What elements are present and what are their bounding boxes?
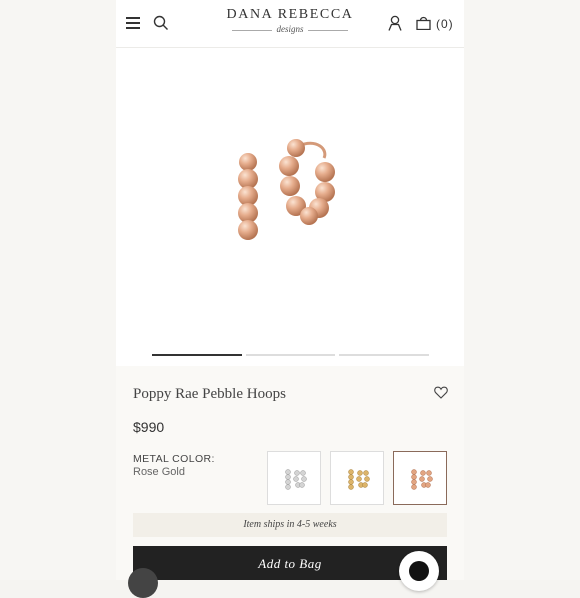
metal-color-label: METAL COLOR: [133, 453, 215, 465]
chat-button[interactable] [399, 551, 439, 591]
product-image-gallery[interactable] [116, 48, 464, 366]
metal-color-value: Rose Gold [133, 466, 185, 478]
logo-wordmark: DANA REBECCA [226, 7, 354, 22]
shopping-bag-icon[interactable] [416, 16, 431, 30]
chat-icon [409, 561, 429, 581]
swatch-white-gold[interactable] [267, 451, 321, 505]
search-icon[interactable] [153, 15, 169, 31]
gallery-dot-3[interactable] [339, 354, 429, 356]
accessibility-button[interactable] [128, 568, 158, 598]
product-price: $990 [133, 419, 165, 435]
product-image [238, 139, 335, 240]
product-title: Poppy Rae Pebble Hoops [133, 386, 286, 402]
gallery-dot-2[interactable] [246, 354, 335, 356]
gallery-pagination [152, 354, 429, 357]
gallery-dot-1[interactable] [152, 354, 242, 356]
account-icon[interactable] [388, 15, 402, 31]
brand-logo[interactable]: DANA REBECCA designs [224, 7, 356, 34]
swatch-rose-gold[interactable] [393, 451, 447, 505]
shipping-notice: Item ships in 4-5 weeks [133, 513, 447, 537]
logo-subtitle: designs [224, 24, 356, 34]
rose-gold-earring-thumbnail [411, 469, 433, 490]
swatch-yellow-gold[interactable] [330, 451, 384, 505]
white-gold-earring-thumbnail [285, 469, 307, 490]
bag-count[interactable]: (0) [436, 17, 454, 31]
product-page: DANA REBECCA designs (0) Poppy Rae Pebbl… [116, 0, 464, 580]
background-right [464, 0, 580, 580]
yellow-gold-earring-thumbnail [348, 469, 370, 490]
hamburger-menu-icon[interactable] [126, 17, 140, 29]
background-left [0, 0, 116, 580]
site-header: DANA REBECCA designs (0) [116, 0, 464, 48]
wishlist-heart-icon[interactable] [434, 386, 448, 399]
